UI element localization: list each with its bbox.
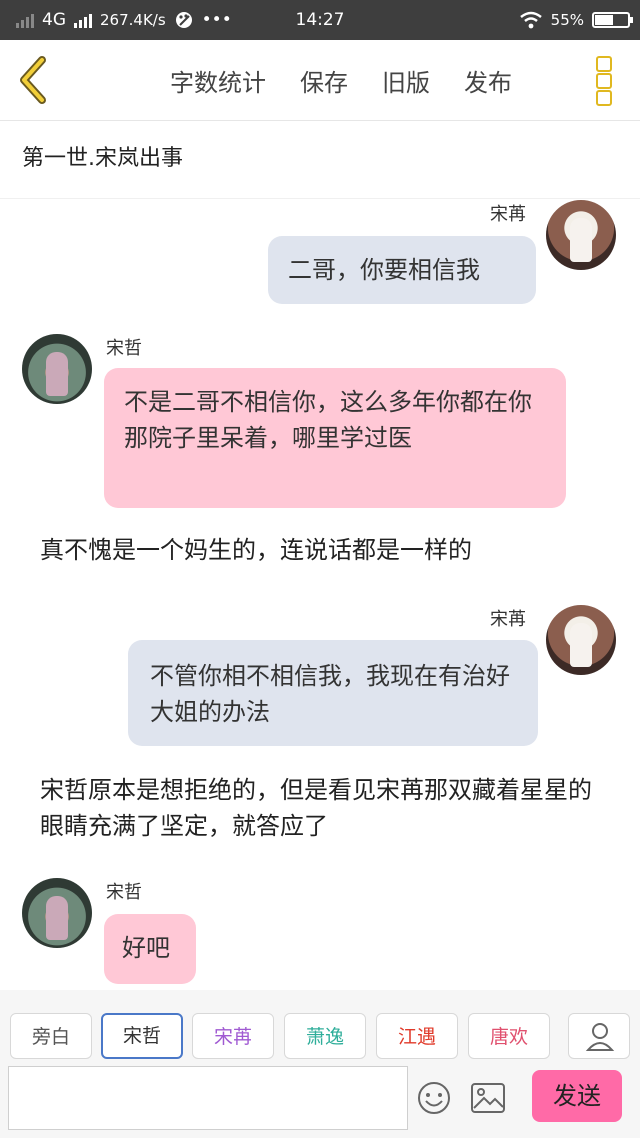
- old-version-link[interactable]: 旧版: [382, 63, 430, 98]
- speaker-name: 宋苒: [490, 609, 526, 630]
- battery-icon: [592, 12, 633, 28]
- signal-icon-sim2: [74, 12, 92, 28]
- message-bubble: 二哥，你要相信我: [268, 236, 536, 304]
- character-chip[interactable]: 旁白: [10, 1013, 92, 1059]
- message-bubble: 好吧: [104, 914, 196, 984]
- character-chip[interactable]: 宋苒: [192, 1013, 274, 1059]
- avatar-song-ran[interactable]: [546, 200, 616, 270]
- more-indicator: •••: [201, 10, 232, 30]
- avatar-song-zhe[interactable]: [22, 878, 92, 948]
- narration-text: 宋哲原本是想拒绝的，但是看见宋苒那双藏着星星的眼睛充满了坚定，就答应了: [40, 776, 592, 840]
- user-icon: [585, 1023, 615, 1051]
- battery-percent: 55%: [550, 11, 584, 29]
- message-bubble: 不是二哥不相信你，这么多年你都在你那院子里呆着，哪里学过医: [104, 368, 566, 508]
- image-icon[interactable]: [470, 1082, 506, 1114]
- network-speed: 267.4K/s: [100, 11, 166, 29]
- avatar-song-zhe[interactable]: [22, 334, 92, 404]
- save-link[interactable]: 保存: [300, 63, 348, 98]
- signal-icon-sim1: [16, 12, 34, 28]
- emoji-icon[interactable]: [416, 1080, 452, 1116]
- network-type: 4G: [42, 10, 66, 30]
- narration-text: 真不愧是一个妈生的，连说话都是一样的: [40, 536, 472, 564]
- avatar-song-ran[interactable]: [546, 605, 616, 675]
- palette-icon: [175, 12, 192, 28]
- word-count-link[interactable]: 字数统计: [170, 63, 266, 98]
- top-nav: 字数统计 保存 旧版 发布: [0, 40, 640, 121]
- speaker-name: 宋哲: [106, 882, 142, 903]
- message-bubble: 不管你相不相信我，我现在有治好大姐的办法: [128, 640, 538, 746]
- wifi-icon: [519, 11, 542, 29]
- publish-link[interactable]: 发布: [464, 63, 512, 98]
- chapter-title: 第一世.宋岚出事: [22, 146, 183, 171]
- character-chip[interactable]: 江遇: [376, 1013, 458, 1059]
- speaker-name: 宋哲: [106, 338, 142, 359]
- status-bar: 4G 267.4K/s ••• 14:27 55%: [0, 0, 640, 40]
- speaker-name: 宋苒: [490, 204, 526, 225]
- message-input[interactable]: [8, 1066, 408, 1130]
- battery-fill: [595, 15, 613, 25]
- divider: [0, 198, 640, 199]
- back-chevron-icon[interactable]: [12, 54, 56, 106]
- send-button[interactable]: 发送: [532, 1070, 622, 1122]
- more-menu-icon[interactable]: [596, 56, 612, 106]
- character-chip-selected[interactable]: 宋哲: [101, 1013, 183, 1059]
- character-chip[interactable]: 唐欢: [468, 1013, 550, 1059]
- character-chip[interactable]: 萧逸: [284, 1013, 366, 1059]
- add-character-button[interactable]: [568, 1013, 630, 1059]
